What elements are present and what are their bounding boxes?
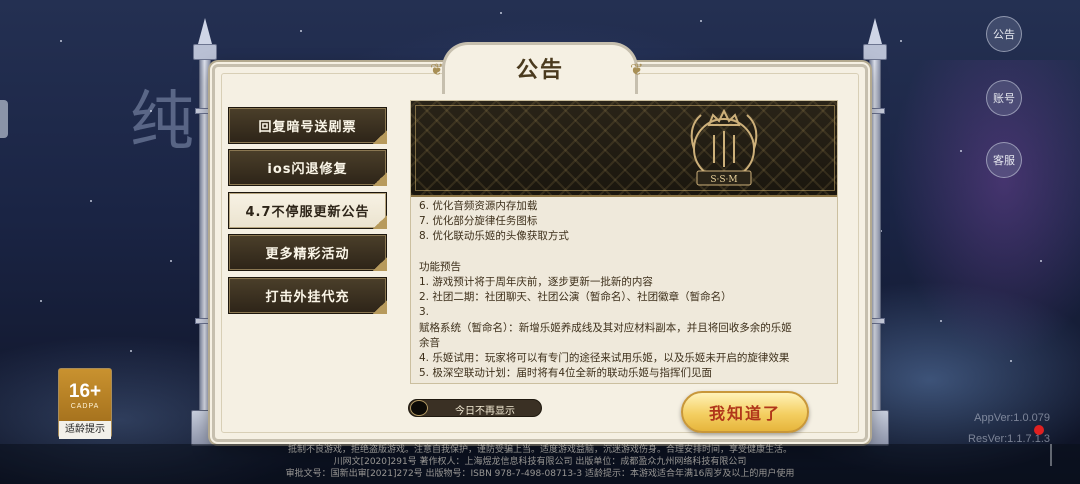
announcement-banner: S·S·M	[411, 101, 837, 197]
notes-line: 3.	[419, 306, 430, 319]
dont-show-today-toggle[interactable]: 今日不再显示	[408, 399, 542, 417]
announcement-text: 6. 优化音频资源内存加载 7. 优化部分旋律任务图标 8. 优化联动乐姬的头像…	[419, 199, 829, 381]
record-indicator-icon	[1034, 425, 1044, 435]
notes-line: 1. 游戏预计将于周年庆前，逐步更新一批新的内容	[419, 276, 653, 289]
dont-show-today-label: 今日不再显示	[455, 406, 515, 417]
notes-line: 4. 乐姬试用：玩家将可以有专门的途径来试用乐姬，以及乐姬未开启的旋律效果	[419, 352, 790, 365]
footer-line-1: 抵制不良游戏，拒绝盗版游戏。注意自我保护，谨防受骗上当。适度游戏益脑，沉迷游戏伤…	[287, 445, 792, 455]
toggle-knob-icon	[410, 400, 428, 416]
notes-line: 5. 极深空联动计划：届时将有4位全新的联动乐姬与指挥们见面	[419, 367, 713, 380]
nav-item-anti-cheat[interactable]: 打击外挂代充	[228, 277, 387, 314]
banner-text: S·S·M	[710, 175, 737, 185]
notes-line	[419, 245, 829, 260]
footer-line-3: 审批文号：国新出审[2021]272号 出版物号：ISBN 978-7-498-…	[285, 469, 795, 479]
nav-item-ios-fix[interactable]: ios闪退修复	[228, 149, 387, 186]
notes-line: 8. 优化联动乐姬的头像获取方式	[419, 230, 569, 243]
announcement-content[interactable]: S·S·M 6. 优化音频资源内存加载 7. 优化部分旋律任务图标 8. 优化联…	[410, 100, 838, 384]
confirm-button[interactable]: 我知道了	[681, 391, 809, 433]
age-rating-emblem: 16+ CADPA	[59, 369, 111, 421]
notes-line: 2. 社团二期：社团聊天、社团公演（暂命名）、社团徽章（暂命名）	[419, 291, 732, 304]
account-side-button[interactable]: 账号	[986, 80, 1022, 116]
age-rating-badge[interactable]: 16+ CADPA 适龄提示	[58, 368, 112, 439]
notes-line: 6. 优化音频资源内存加载	[419, 200, 538, 212]
notice-side-button[interactable]: 公告	[986, 16, 1022, 52]
notes-line: 7. 优化部分旋律任务图标	[419, 215, 538, 228]
footer-line-2: 川网文[2020]291号 著作权人：上海煜龙信息科技有限公司 出版单位：成都盈…	[333, 457, 747, 467]
age-rating-org: CADPA	[70, 402, 100, 410]
legal-footer: 抵制不良游戏，拒绝盗版游戏。注意自我保护，谨防受骗上当。适度游戏益脑，沉迷游戏伤…	[0, 444, 1080, 484]
nav-item-code-reward[interactable]: 回复暗号送剧票	[228, 107, 387, 144]
notes-heading: 功能预告	[419, 260, 461, 273]
left-edge-tab[interactable]	[0, 100, 8, 138]
page-title: 公告	[515, 57, 564, 83]
notes-line: 赋格系统（暂命名）：新增乐姬养成线及其对应材料副本，并且将回收多余的乐姬	[419, 321, 792, 334]
age-rating-tip: 适龄提示	[59, 421, 111, 439]
nav-item-more-events[interactable]: 更多精彩活动	[228, 234, 387, 271]
app-version: AppVer:1.0.079	[974, 412, 1050, 424]
age-rating-number: 16+	[68, 380, 102, 402]
service-side-button[interactable]: 客服	[986, 142, 1022, 178]
emblem-crest-icon: S·S·M	[690, 108, 758, 186]
notes-line: 余音	[419, 336, 440, 349]
nav-item-update-notice[interactable]: 4.7不停服更新公告	[228, 192, 387, 229]
